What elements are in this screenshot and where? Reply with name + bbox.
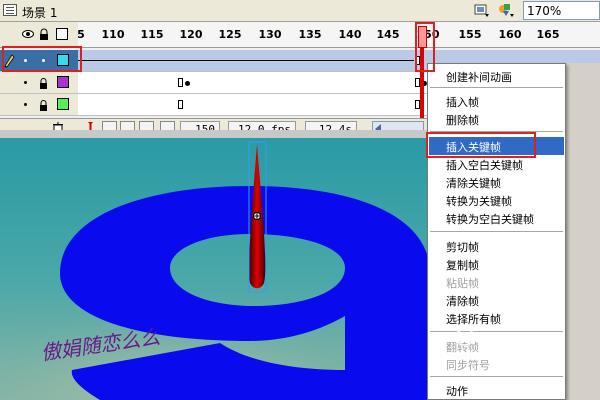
menu-copy-frames[interactable]: 复制帧	[429, 255, 564, 273]
tween-line	[78, 60, 414, 61]
menu-clear-keyframe[interactable]: 清除关键帧	[429, 173, 564, 191]
lock-icon[interactable]	[38, 28, 50, 40]
ruler-tick-label: 160	[498, 28, 522, 41]
visibility-dot[interactable]	[24, 103, 27, 106]
playhead-handle[interactable]	[418, 26, 427, 48]
layer-header	[0, 22, 78, 48]
menu-separator	[430, 87, 563, 88]
layer-color-swatch[interactable]	[57, 76, 69, 88]
layer-color-swatch[interactable]	[57, 98, 69, 110]
stage-canvas[interactable]: 傲娟随恋么么	[0, 138, 430, 400]
ruler-tick-label: 5	[77, 28, 85, 41]
outline-icon[interactable]	[56, 28, 68, 40]
menu-convert-to-blank-keyframe[interactable]: 转换为空白关键帧	[429, 209, 564, 227]
menu-clear-frames[interactable]: 清除帧	[429, 291, 564, 309]
keyframe[interactable]	[178, 78, 183, 87]
ruler-tick-label: 165	[536, 28, 560, 41]
ruler-tick-label: 140	[338, 28, 362, 41]
ruler-tick-label: 145	[376, 28, 400, 41]
scene-icon	[3, 4, 17, 16]
menu-convert-to-keyframe[interactable]: 转换为关键帧	[429, 191, 564, 209]
menu-insert-frame[interactable]: 插入帧	[429, 92, 564, 110]
frame-context-menu: 创建补间动画 插入帧 删除帧 插入关键帧 插入空白关键帧 清除关键帧 转换为关键…	[427, 63, 566, 400]
menu-delete-frame[interactable]: 删除帧	[429, 110, 564, 128]
menu-sync-symbols: 同步符号	[446, 359, 490, 372]
menu-shadow-area	[566, 63, 600, 400]
eye-icon[interactable]	[22, 28, 34, 40]
pencil-icon	[4, 54, 15, 68]
ruler-tick-label: 155	[458, 28, 482, 41]
visibility-dot[interactable]	[24, 81, 27, 84]
ruler-tick-label: 125	[218, 28, 242, 41]
edit-scene-icon[interactable]	[474, 2, 490, 18]
visibility-dot[interactable]	[24, 59, 27, 62]
ruler-tick-label: 110	[101, 28, 125, 41]
lock-icon[interactable]	[38, 77, 49, 89]
menu-cut-frames[interactable]: 剪切帧	[429, 237, 564, 255]
watermark-text: Baidu 经验	[478, 334, 546, 349]
lock-icon[interactable]	[38, 99, 49, 111]
keyframe-dot[interactable]	[185, 81, 190, 86]
playhead-line[interactable]	[420, 48, 424, 118]
menu-separator	[430, 131, 563, 132]
scene-label[interactable]: 场景 1	[22, 4, 57, 21]
ruler-tick-label: 130	[258, 28, 282, 41]
ruler-tick-label: 120	[179, 28, 203, 41]
menu-actions[interactable]: 动作	[429, 381, 564, 399]
ruler-tick-label: 115	[140, 28, 164, 41]
menu-insert-keyframe[interactable]: 插入关键帧	[429, 137, 564, 155]
zoom-input[interactable]: 170%	[523, 1, 600, 20]
layer-row[interactable]	[0, 94, 78, 116]
baidu-paw-icon	[455, 328, 475, 346]
layer-row[interactable]	[0, 72, 78, 94]
menu-separator	[430, 376, 563, 377]
lock-dot[interactable]	[42, 59, 45, 62]
keyframe[interactable]	[178, 100, 183, 109]
edit-symbol-icon[interactable]	[497, 2, 515, 18]
menu-separator	[430, 231, 563, 232]
menu-create-motion-tween[interactable]: 创建补间动画	[429, 67, 564, 85]
ruler-tick-label: 135	[298, 28, 322, 41]
menu-insert-blank-keyframe[interactable]: 插入空白关键帧	[429, 155, 564, 173]
menu-paste-frames: 粘贴帧	[446, 277, 479, 290]
layer-color-swatch[interactable]	[57, 54, 69, 66]
frame-ruler[interactable]: 5 110 115 120 125 130 135 140 145 150 15…	[77, 22, 600, 48]
menu-select-all-frames[interactable]: 选择所有帧	[429, 309, 564, 327]
scene-bar: 场景 1 170%	[0, 0, 600, 22]
layer-row-selected[interactable]	[0, 50, 78, 72]
